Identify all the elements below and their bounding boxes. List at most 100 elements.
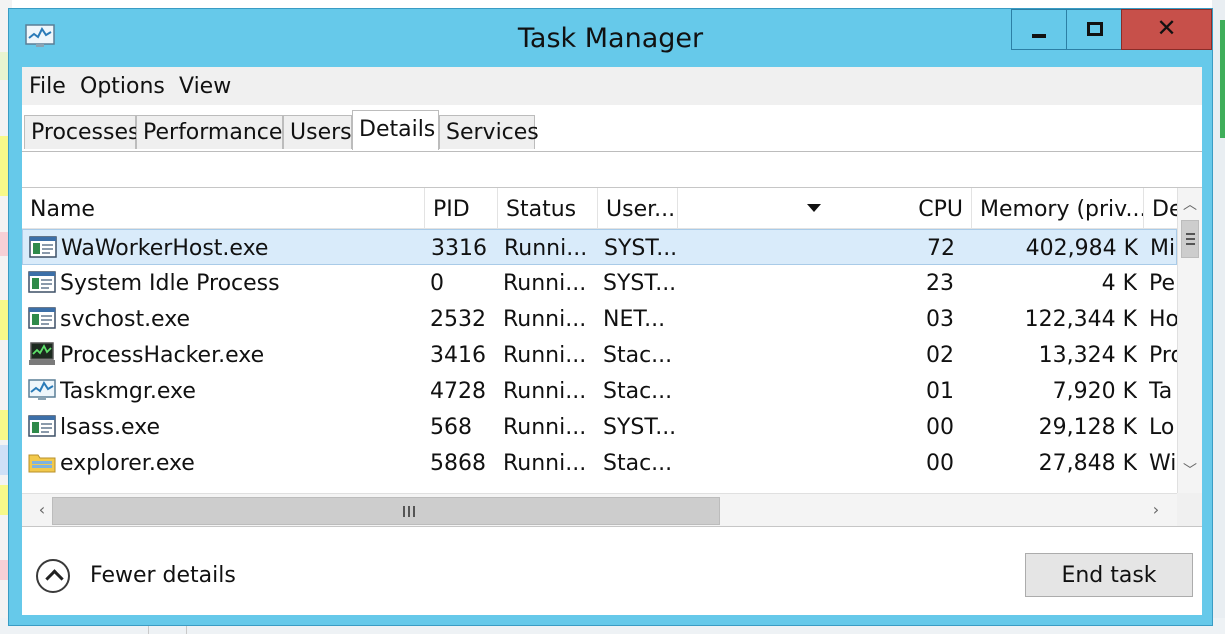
- task-manager-icon: [28, 378, 56, 402]
- cell-status: Runni...: [503, 343, 587, 368]
- cell-memory: 122,344 K: [1024, 307, 1137, 332]
- title-bar[interactable]: Task Manager ✕: [9, 9, 1212, 67]
- cell-user: Stac...: [603, 379, 673, 404]
- table-header: Name PID Status User... CPU Memory (priv…: [22, 188, 1177, 229]
- cell-cpu: 23: [926, 271, 954, 296]
- cell-cpu: 01: [926, 379, 954, 404]
- cell-user: SYST...: [603, 271, 675, 296]
- scroll-up-icon[interactable]: ︿: [1178, 194, 1202, 214]
- cell-status: Runni...: [503, 379, 587, 404]
- tab-services[interactable]: Services: [439, 115, 539, 149]
- table-row[interactable]: WaWorkerHost.exe 3316 Runni... SYST... 72 402…: [22, 229, 1177, 265]
- cell-memory: 27,848 K: [1038, 451, 1137, 476]
- service-window-icon: [28, 414, 56, 438]
- background-window-edge-right: [1212, 0, 1225, 634]
- cell-name: WaWorkerHost.exe: [61, 236, 269, 261]
- cell-name: explorer.exe: [60, 451, 195, 476]
- monitor-icon: [28, 342, 56, 366]
- table-row[interactable]: Taskmgr.exe 4728 Runni... Stac... 01 7,920 K T…: [22, 373, 1177, 409]
- tab-details[interactable]: Details: [352, 110, 439, 150]
- cell-memory: 29,128 K: [1038, 415, 1137, 440]
- cell-desc: Pro: [1149, 343, 1177, 368]
- folder-icon: [28, 450, 56, 474]
- horizontal-scrollbar[interactable]: ‹ ›: [22, 493, 1177, 526]
- minimize-icon: [1032, 34, 1046, 38]
- scroll-left-icon[interactable]: ‹: [32, 500, 52, 520]
- cell-name: Taskmgr.exe: [60, 379, 196, 404]
- table-row[interactable]: explorer.exe 5868 Runni... Stac... 00 27,848 …: [22, 445, 1177, 481]
- column-header-description[interactable]: De: [1144, 188, 1177, 228]
- cell-memory: 7,920 K: [1052, 379, 1137, 404]
- maximize-button[interactable]: [1066, 9, 1122, 50]
- cell-pid: 4728: [430, 379, 486, 404]
- tab-users[interactable]: Users: [283, 115, 352, 149]
- table-row[interactable]: ProcessHacker.exe 3416 Runni... Stac... 02 13…: [22, 337, 1177, 373]
- cell-desc: Ta: [1149, 379, 1173, 404]
- sort-descending-icon: [807, 204, 821, 212]
- cell-name: svchost.exe: [60, 307, 191, 332]
- cell-name: ProcessHacker.exe: [60, 343, 265, 368]
- cell-cpu: 00: [926, 451, 954, 476]
- horizontal-scroll-thumb[interactable]: [52, 497, 720, 525]
- cell-user: Stac...: [603, 343, 673, 368]
- close-icon: ✕: [1156, 14, 1177, 42]
- process-table: Name PID Status User... CPU Memory (priv…: [22, 187, 1202, 527]
- cell-desc: Lo: [1149, 415, 1175, 440]
- cell-pid: 3316: [431, 236, 487, 261]
- chevron-up-icon: [36, 559, 70, 593]
- cell-status: Runni...: [503, 271, 587, 296]
- column-header-status[interactable]: Status: [498, 188, 598, 228]
- column-header-pid[interactable]: PID: [425, 188, 498, 228]
- cell-pid: 5868: [430, 451, 486, 476]
- tab-divider: [22, 151, 1202, 152]
- menu-file[interactable]: File: [29, 74, 66, 99]
- cell-pid: 568: [430, 415, 472, 440]
- client-area: File Options View Processes Performance …: [22, 67, 1202, 615]
- cell-user: NET...: [603, 307, 666, 332]
- cell-user: SYST...: [604, 236, 676, 261]
- cell-memory: 4 K: [1101, 271, 1137, 296]
- cell-desc: Ho: [1149, 307, 1177, 332]
- service-window-icon: [28, 306, 56, 330]
- cell-memory: 402,984 K: [1025, 236, 1138, 261]
- menu-options[interactable]: Options: [80, 74, 165, 99]
- fewer-details-label: Fewer details: [90, 563, 236, 588]
- cell-desc: Wi: [1149, 451, 1177, 476]
- cell-cpu: 02: [926, 343, 954, 368]
- cell-pid: 0: [430, 271, 444, 296]
- scrollbar-corner: [1177, 493, 1202, 526]
- cell-pid: 2532: [430, 307, 486, 332]
- cell-status: Runni...: [503, 415, 587, 440]
- column-header-user[interactable]: User...: [598, 188, 678, 228]
- cell-cpu: 03: [926, 307, 954, 332]
- footer: Fewer details End task: [22, 527, 1202, 615]
- cell-user: SYST...: [603, 415, 675, 440]
- cell-status: Runni...: [503, 307, 587, 332]
- scroll-down-icon[interactable]: ﹀: [1178, 460, 1202, 480]
- cell-user: Stac...: [603, 451, 673, 476]
- table-row[interactable]: lsass.exe 568 Runni... SYST... 00 29,128 K Lo: [22, 409, 1177, 445]
- menu-view[interactable]: View: [179, 74, 231, 99]
- cell-memory: 13,324 K: [1038, 343, 1137, 368]
- close-button[interactable]: ✕: [1121, 9, 1212, 50]
- table-body: WaWorkerHost.exe 3316 Runni... SYST... 72 402…: [22, 229, 1177, 493]
- vertical-scrollbar[interactable]: ︿ ﹀: [1177, 188, 1202, 493]
- cell-status: Runni...: [503, 451, 587, 476]
- tab-processes[interactable]: Processes: [24, 115, 139, 149]
- table-row[interactable]: System Idle Process 0 Runni... SYST... 23 4 K…: [22, 265, 1177, 301]
- column-header-cpu[interactable]: CPU: [678, 188, 972, 228]
- end-task-button[interactable]: End task: [1025, 553, 1193, 597]
- column-header-memory[interactable]: Memory (priv...: [972, 188, 1144, 228]
- tab-strip: Processes Performance Users Details Serv…: [22, 105, 1202, 151]
- table-row[interactable]: svchost.exe 2532 Runni... NET... 03 122,344 K…: [22, 301, 1177, 337]
- tab-performance[interactable]: Performance: [136, 115, 283, 149]
- column-header-name[interactable]: Name: [22, 188, 425, 228]
- cell-desc: Pe: [1149, 271, 1176, 296]
- cell-status: Runni...: [504, 236, 588, 261]
- cell-pid: 3416: [430, 343, 486, 368]
- service-window-icon: [29, 235, 57, 259]
- cell-desc: Mi: [1150, 236, 1176, 261]
- minimize-button[interactable]: [1011, 9, 1067, 50]
- vertical-scroll-thumb[interactable]: [1181, 220, 1199, 258]
- scroll-right-icon[interactable]: ›: [1146, 500, 1166, 520]
